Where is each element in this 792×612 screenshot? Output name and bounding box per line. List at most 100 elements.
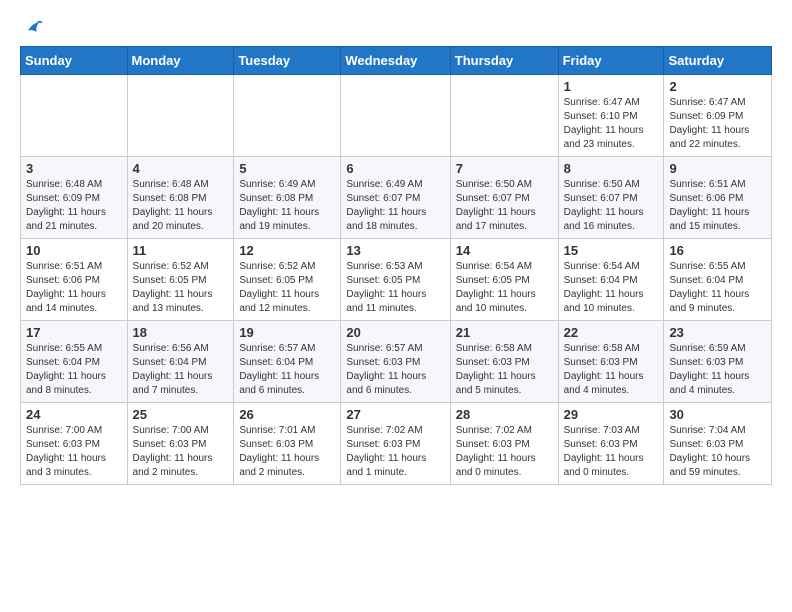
day-number: 15 — [564, 243, 659, 258]
calendar-cell: 15 Sunrise: 6:54 AM Sunset: 6:04 PM Dayli… — [558, 239, 664, 321]
calendar-cell: 17 Sunrise: 6:55 AM Sunset: 6:04 PM Dayli… — [21, 321, 128, 403]
day-info: Sunrise: 6:47 AM Sunset: 6:10 PM Dayligh… — [564, 96, 659, 152]
day-info: Sunrise: 6:51 AM Sunset: 6:06 PM Dayligh… — [26, 260, 122, 316]
calendar-cell: 3Sunrise: 6:48 AM Sunset: 6:09 PM Daylig… — [21, 157, 128, 239]
calendar-cell — [450, 75, 558, 157]
weekday-header-friday: Friday — [558, 47, 664, 75]
header — [20, 16, 772, 38]
calendar-cell: 13 Sunrise: 6:53 AM Sunset: 6:05 PM Dayli… — [341, 239, 450, 321]
day-info: Sunrise: 7:02 AM Sunset: 6:03 PM Dayligh… — [346, 424, 444, 480]
day-info: Sunrise: 7:00 AM Sunset: 6:03 PM Dayligh… — [133, 424, 229, 480]
calendar-cell: 18 Sunrise: 6:56 AM Sunset: 6:04 PM Dayli… — [127, 321, 234, 403]
week-row-2: 10 Sunrise: 6:51 AM Sunset: 6:06 PM Dayli… — [21, 239, 772, 321]
day-info: Sunrise: 6:55 AM Sunset: 6:04 PM Dayligh… — [26, 342, 122, 398]
day-number: 6 — [346, 161, 444, 176]
day-info: Sunrise: 6:52 AM Sunset: 6:05 PM Dayligh… — [133, 260, 229, 316]
calendar-cell: 11Sunrise: 6:52 AM Sunset: 6:05 PM Dayli… — [127, 239, 234, 321]
day-number: 2 — [669, 79, 766, 94]
calendar-cell: 27 Sunrise: 7:02 AM Sunset: 6:03 PM Dayli… — [341, 403, 450, 485]
calendar-cell — [21, 75, 128, 157]
weekday-header-monday: Monday — [127, 47, 234, 75]
weekday-header-wednesday: Wednesday — [341, 47, 450, 75]
calendar-cell: 12 Sunrise: 6:52 AM Sunset: 6:05 PM Dayli… — [234, 239, 341, 321]
page: SundayMondayTuesdayWednesdayThursdayFrid… — [0, 0, 792, 501]
calendar-cell — [127, 75, 234, 157]
calendar-cell: 26 Sunrise: 7:01 AM Sunset: 6:03 PM Dayli… — [234, 403, 341, 485]
day-info: Sunrise: 6:52 AM Sunset: 6:05 PM Dayligh… — [239, 260, 335, 316]
day-info: Sunrise: 7:00 AM Sunset: 6:03 PM Dayligh… — [26, 424, 122, 480]
calendar-cell — [341, 75, 450, 157]
logo-bird-icon — [22, 16, 44, 38]
day-number: 25 — [133, 407, 229, 422]
day-number: 16 — [669, 243, 766, 258]
day-number: 27 — [346, 407, 444, 422]
calendar-cell: 28Sunrise: 7:02 AM Sunset: 6:03 PM Dayli… — [450, 403, 558, 485]
calendar-cell: 9 Sunrise: 6:51 AM Sunset: 6:06 PM Daylig… — [664, 157, 772, 239]
calendar-cell: 8 Sunrise: 6:50 AM Sunset: 6:07 PM Daylig… — [558, 157, 664, 239]
day-number: 30 — [669, 407, 766, 422]
day-info: Sunrise: 6:49 AM Sunset: 6:08 PM Dayligh… — [239, 178, 335, 234]
day-number: 8 — [564, 161, 659, 176]
day-info: Sunrise: 6:58 AM Sunset: 6:03 PM Dayligh… — [564, 342, 659, 398]
day-number: 9 — [669, 161, 766, 176]
calendar-cell — [234, 75, 341, 157]
day-number: 21 — [456, 325, 553, 340]
calendar-cell: 24 Sunrise: 7:00 AM Sunset: 6:03 PM Dayli… — [21, 403, 128, 485]
week-row-1: 3Sunrise: 6:48 AM Sunset: 6:09 PM Daylig… — [21, 157, 772, 239]
day-info: Sunrise: 6:57 AM Sunset: 6:03 PM Dayligh… — [346, 342, 444, 398]
day-number: 17 — [26, 325, 122, 340]
week-row-0: 1Sunrise: 6:47 AM Sunset: 6:10 PM Daylig… — [21, 75, 772, 157]
day-number: 19 — [239, 325, 335, 340]
day-info: Sunrise: 6:49 AM Sunset: 6:07 PM Dayligh… — [346, 178, 444, 234]
day-info: Sunrise: 7:03 AM Sunset: 6:03 PM Dayligh… — [564, 424, 659, 480]
day-info: Sunrise: 6:50 AM Sunset: 6:07 PM Dayligh… — [456, 178, 553, 234]
day-number: 4 — [133, 161, 229, 176]
day-info: Sunrise: 6:59 AM Sunset: 6:03 PM Dayligh… — [669, 342, 766, 398]
calendar-cell: 16 Sunrise: 6:55 AM Sunset: 6:04 PM Dayli… — [664, 239, 772, 321]
weekday-header-sunday: Sunday — [21, 47, 128, 75]
day-number: 22 — [564, 325, 659, 340]
calendar-cell: 14Sunrise: 6:54 AM Sunset: 6:05 PM Dayli… — [450, 239, 558, 321]
calendar-cell: 5Sunrise: 6:49 AM Sunset: 6:08 PM Daylig… — [234, 157, 341, 239]
calendar-cell: 23 Sunrise: 6:59 AM Sunset: 6:03 PM Dayli… — [664, 321, 772, 403]
calendar-cell: 2 Sunrise: 6:47 AM Sunset: 6:09 PM Daylig… — [664, 75, 772, 157]
day-info: Sunrise: 6:54 AM Sunset: 6:05 PM Dayligh… — [456, 260, 553, 316]
day-info: Sunrise: 6:58 AM Sunset: 6:03 PM Dayligh… — [456, 342, 553, 398]
week-row-4: 24 Sunrise: 7:00 AM Sunset: 6:03 PM Dayli… — [21, 403, 772, 485]
calendar-cell: 22 Sunrise: 6:58 AM Sunset: 6:03 PM Dayli… — [558, 321, 664, 403]
day-info: Sunrise: 6:54 AM Sunset: 6:04 PM Dayligh… — [564, 260, 659, 316]
day-info: Sunrise: 7:01 AM Sunset: 6:03 PM Dayligh… — [239, 424, 335, 480]
calendar-cell: 25 Sunrise: 7:00 AM Sunset: 6:03 PM Dayli… — [127, 403, 234, 485]
day-number: 20 — [346, 325, 444, 340]
day-info: Sunrise: 7:04 AM Sunset: 6:03 PM Dayligh… — [669, 424, 766, 480]
day-number: 10 — [26, 243, 122, 258]
day-number: 18 — [133, 325, 229, 340]
calendar-cell: 7 Sunrise: 6:50 AM Sunset: 6:07 PM Daylig… — [450, 157, 558, 239]
day-info: Sunrise: 6:57 AM Sunset: 6:04 PM Dayligh… — [239, 342, 335, 398]
day-info: Sunrise: 6:48 AM Sunset: 6:09 PM Dayligh… — [26, 178, 122, 234]
day-info: Sunrise: 6:47 AM Sunset: 6:09 PM Dayligh… — [669, 96, 766, 152]
day-number: 23 — [669, 325, 766, 340]
day-number: 7 — [456, 161, 553, 176]
weekday-header-thursday: Thursday — [450, 47, 558, 75]
day-info: Sunrise: 6:56 AM Sunset: 6:04 PM Dayligh… — [133, 342, 229, 398]
calendar-cell: 6 Sunrise: 6:49 AM Sunset: 6:07 PM Daylig… — [341, 157, 450, 239]
day-number: 24 — [26, 407, 122, 422]
day-info: Sunrise: 6:50 AM Sunset: 6:07 PM Dayligh… — [564, 178, 659, 234]
day-number: 12 — [239, 243, 335, 258]
calendar-cell: 21 Sunrise: 6:58 AM Sunset: 6:03 PM Dayli… — [450, 321, 558, 403]
calendar-cell: 1Sunrise: 6:47 AM Sunset: 6:10 PM Daylig… — [558, 75, 664, 157]
day-info: Sunrise: 6:51 AM Sunset: 6:06 PM Dayligh… — [669, 178, 766, 234]
day-info: Sunrise: 6:53 AM Sunset: 6:05 PM Dayligh… — [346, 260, 444, 316]
day-number: 13 — [346, 243, 444, 258]
day-info: Sunrise: 6:55 AM Sunset: 6:04 PM Dayligh… — [669, 260, 766, 316]
calendar-cell: 10 Sunrise: 6:51 AM Sunset: 6:06 PM Dayli… — [21, 239, 128, 321]
day-number: 26 — [239, 407, 335, 422]
week-row-3: 17 Sunrise: 6:55 AM Sunset: 6:04 PM Dayli… — [21, 321, 772, 403]
calendar-cell: 20 Sunrise: 6:57 AM Sunset: 6:03 PM Dayli… — [341, 321, 450, 403]
calendar-cell: 30 Sunrise: 7:04 AM Sunset: 6:03 PM Dayli… — [664, 403, 772, 485]
calendar-cell: 4 Sunrise: 6:48 AM Sunset: 6:08 PM Daylig… — [127, 157, 234, 239]
day-info: Sunrise: 6:48 AM Sunset: 6:08 PM Dayligh… — [133, 178, 229, 234]
calendar-cell: 19 Sunrise: 6:57 AM Sunset: 6:04 PM Dayli… — [234, 321, 341, 403]
calendar-cell: 29Sunrise: 7:03 AM Sunset: 6:03 PM Dayli… — [558, 403, 664, 485]
